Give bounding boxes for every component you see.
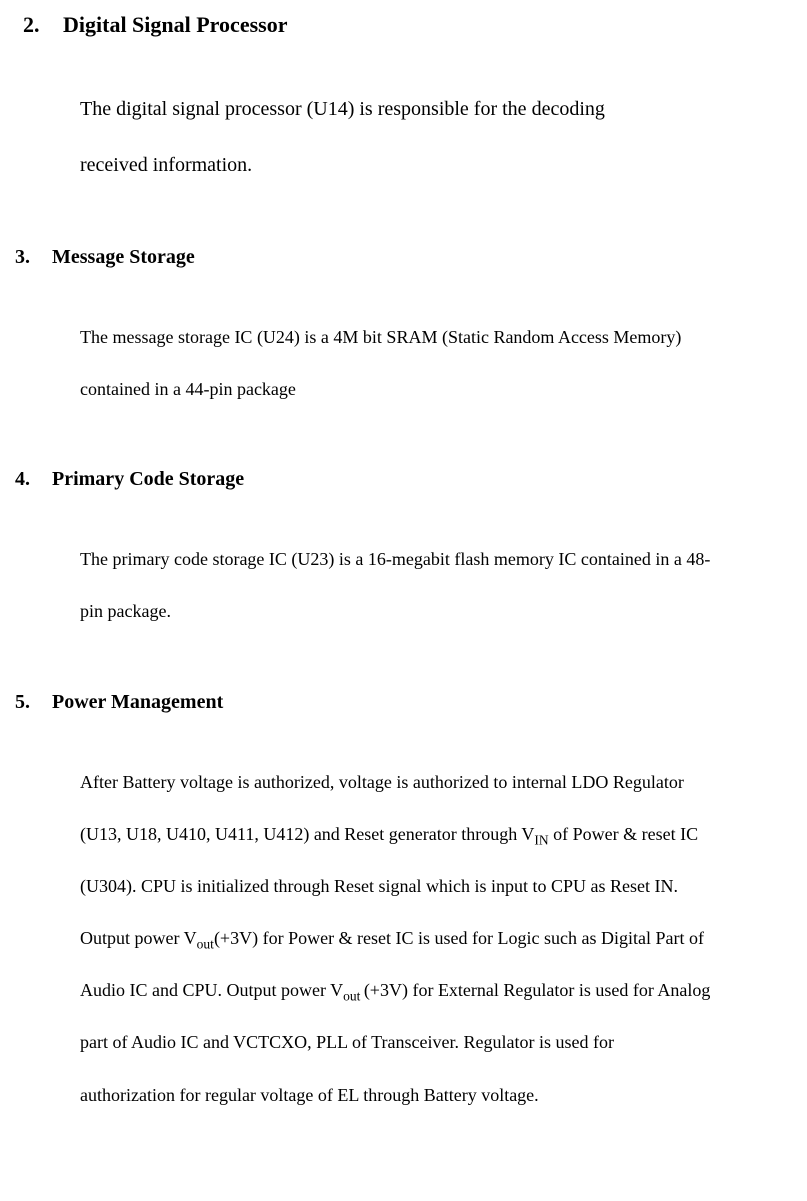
- heading-4: 4. Primary Code Storage: [15, 465, 792, 493]
- heading-title: Message Storage: [52, 243, 195, 271]
- heading-title: Primary Code Storage: [52, 465, 244, 493]
- heading-title: Power Management: [52, 688, 223, 716]
- section-5: 5. Power Management After Battery voltag…: [15, 688, 792, 1121]
- text: pin package.: [80, 601, 171, 621]
- section-3: 3. Message Storage The message storage I…: [15, 243, 792, 415]
- heading-number: 3.: [15, 243, 52, 271]
- heading-3: 3. Message Storage: [15, 243, 792, 271]
- text: The message storage IC (U24) is a 4M bit…: [80, 327, 681, 347]
- text: (U13, U18, U410, U411, U412) and Reset g…: [80, 824, 534, 844]
- text: Output power V: [80, 928, 197, 948]
- body-2: The digital signal processor (U14) is re…: [80, 81, 792, 193]
- heading-5: 5. Power Management: [15, 688, 792, 716]
- body-5: After Battery voltage is authorized, vol…: [80, 756, 792, 1121]
- subscript: out: [197, 937, 214, 952]
- body-4: The primary code storage IC (U23) is a 1…: [80, 533, 792, 637]
- heading-number: 5.: [15, 688, 52, 716]
- section-2: 2. Digital Signal Processor The digital …: [15, 10, 792, 193]
- text: (U304). CPU is initialized through Reset…: [80, 876, 678, 896]
- heading-2: 2. Digital Signal Processor: [23, 10, 792, 41]
- subscript: IN: [534, 832, 548, 847]
- text: The primary code storage IC (U23) is a: [80, 549, 363, 569]
- text: 16-megabit flash memory IC contained in …: [368, 549, 710, 569]
- text: received information.: [80, 154, 252, 176]
- text: (+3V) for Power & reset IC is used for L…: [214, 928, 704, 948]
- heading-number: 2.: [23, 10, 63, 41]
- text: Audio IC and CPU. Output power V: [80, 980, 343, 1000]
- text: The digital signal processor (U14) is re…: [80, 98, 605, 120]
- text: part of Audio IC and VCTCXO, PLL of Tran…: [80, 1032, 614, 1052]
- body-3: The message storage IC (U24) is a 4M bit…: [80, 311, 792, 415]
- text: of Power & reset IC: [549, 824, 698, 844]
- text: contained in a 44-pin package: [80, 379, 296, 399]
- text: authorization for regular voltage of EL …: [80, 1085, 539, 1105]
- text: After Battery voltage is authorized, vol…: [80, 772, 684, 792]
- section-4: 4. Primary Code Storage The primary code…: [15, 465, 792, 637]
- text: (+3V) for External Regulator is used for…: [364, 980, 711, 1000]
- subscript: out: [343, 989, 364, 1004]
- heading-title: Digital Signal Processor: [63, 10, 287, 41]
- heading-number: 4.: [15, 465, 52, 493]
